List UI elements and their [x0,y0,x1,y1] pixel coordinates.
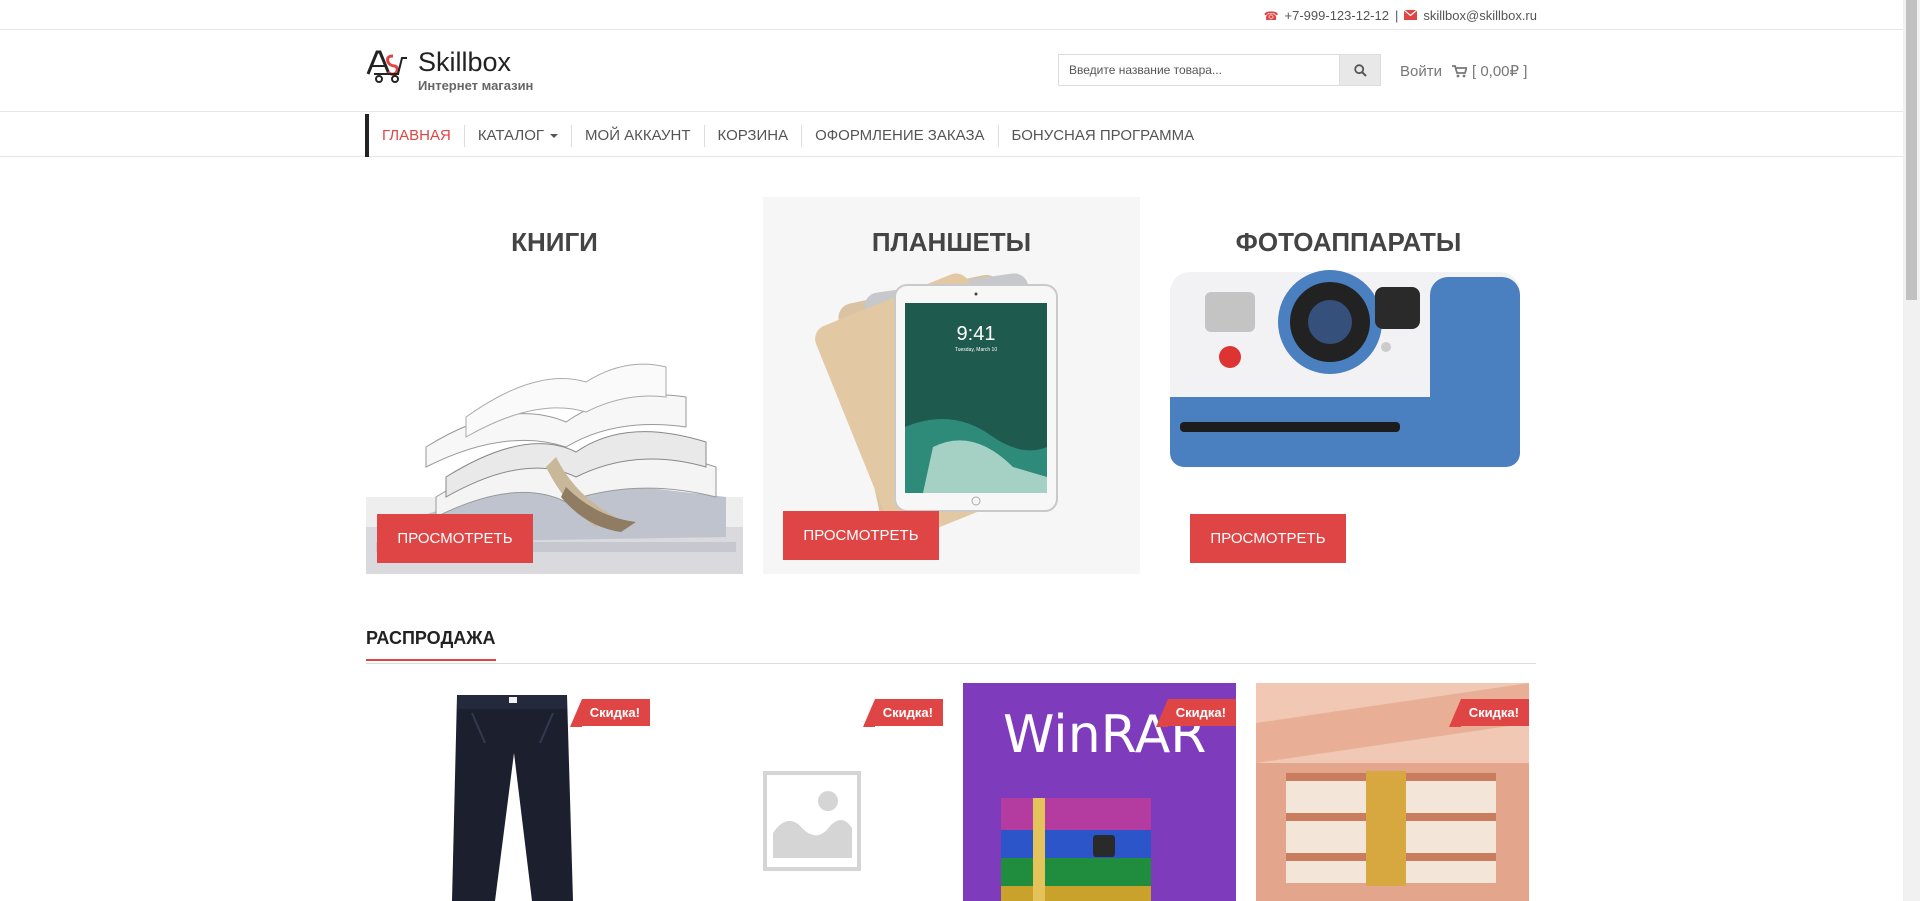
search-form [1058,54,1381,86]
tablet-screen-time: 9:41 [956,323,996,345]
product-card[interactable]: Скидка! [377,683,650,901]
nav-item-catalog[interactable]: Каталог [465,124,573,147]
sale-badge: Скидка! [1155,699,1236,727]
nav-label: Мой аккаунт [585,126,691,144]
category-title: КНИГИ [511,227,598,257]
category-banners: КНИГИ ПРОСМОТРЕТЬ 9:41 Tuesday, March 10… [366,197,1536,574]
category-cameras[interactable]: ФОТОАППАРАТЫ ПРОСМОТРЕТЬ [1160,197,1537,574]
product-card[interactable]: Скидка! [670,683,943,901]
nav-label: Главная [382,126,451,144]
category-books[interactable]: КНИГИ ПРОСМОТРЕТЬ [366,197,743,574]
login-link[interactable]: Войти [1400,63,1442,80]
sale-badge: Скидка! [862,699,943,727]
contacts-separator: | [1394,8,1399,23]
sale-badge: Скидка! [1448,699,1529,727]
scrollbar-thumb[interactable] [1906,0,1917,300]
view-cameras-button[interactable]: ПРОСМОТРЕТЬ [1190,514,1346,563]
search-input[interactable] [1058,54,1339,86]
category-title: ФОТОАППАРАТЫ [1235,227,1462,257]
phone-icon: ☎ [1263,8,1279,23]
caret-down-icon [550,133,559,138]
nav-label: Оформление заказа [815,126,985,144]
cart-total: [ 0,00₽ ] [1471,63,1528,80]
view-tablets-button[interactable]: ПРОСМОТРЕТЬ [783,511,939,560]
nav-item-cart[interactable]: Корзина [705,124,803,147]
phone-number[interactable]: +7-999-123-12-12 [1285,8,1389,23]
nav-item-home[interactable]: Главная [369,124,465,147]
sale-title: РАСПРОДАЖА [366,628,496,661]
tablet-screen-date: Tuesday, March 10 [954,347,998,353]
logo-name: Skillbox [418,47,512,77]
product-card[interactable]: WinRAR Скидка! [963,683,1236,901]
site-header: Skillbox Интернет магазин Войти [ 0,00₽ … [0,30,1920,112]
nav-item-checkout[interactable]: Оформление заказа [802,124,999,147]
category-tablets[interactable]: 9:41 Tuesday, March 10 ПЛАНШЕТЫ ПРОСМОТР… [763,197,1140,574]
account-area: Войти [ 0,00₽ ] [1400,62,1528,81]
nav-label: Бонусная программа [1011,126,1195,144]
nav-item-my-account[interactable]: Мой аккаунт [572,124,705,147]
sale-badge: Скидка! [569,699,650,727]
sale-section-header: РАСПРОДАЖА [366,628,1536,664]
nav-label: Корзина [717,126,789,144]
cart-link[interactable]: [ 0,00₽ ] [1451,62,1528,80]
page-scrollbar[interactable] [1903,0,1920,901]
nav-item-bonus-program[interactable]: Бонусная программа [999,125,1208,147]
category-title: ПЛАНШЕТЫ [871,227,1032,257]
sale-products: Скидка! Скидка! WinRAR Скидка! Скидка! [366,683,1536,901]
search-button[interactable] [1339,54,1381,86]
email-link[interactable]: skillbox@skillbox.ru [1423,8,1537,23]
main-nav: Главная Каталог Мой аккаунт Корзина Офор… [0,112,1920,157]
product-card[interactable]: Скидка! [1256,683,1529,901]
cart-logo-icon [366,48,408,84]
envelope-icon [1403,9,1418,23]
logo-tagline: Интернет магазин [418,78,534,93]
view-books-button[interactable]: ПРОСМОТРЕТЬ [377,514,533,563]
site-logo[interactable]: Skillbox Интернет магазин [366,48,533,93]
nav-label: Каталог [477,126,545,144]
top-bar: ☎ +7-999-123-12-12 | skillbox@skillbox.r… [0,0,1920,30]
search-icon [1353,63,1367,77]
contacts: ☎ +7-999-123-12-12 | skillbox@skillbox.r… [1264,8,1537,23]
cart-icon [1451,64,1467,77]
